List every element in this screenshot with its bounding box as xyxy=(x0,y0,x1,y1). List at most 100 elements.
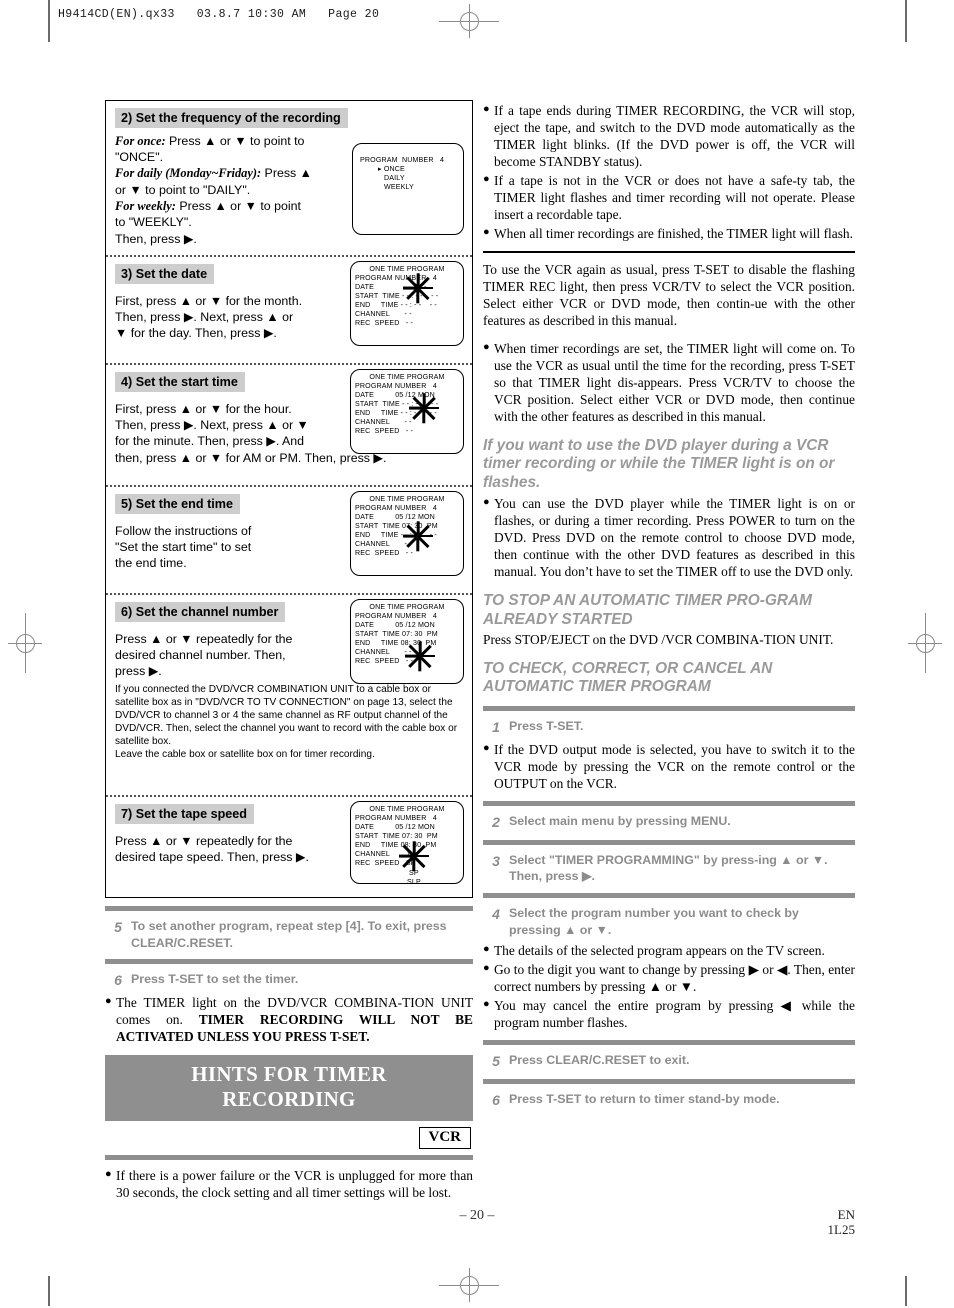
registration-mark-right xyxy=(908,613,942,673)
osd-row: END TIME - - : - - - - xyxy=(355,409,437,418)
line-text: "Set the start time" to set xyxy=(115,539,252,554)
right-bullet-3: ● When all timer recordings are finished… xyxy=(483,225,855,242)
step-number: 6 xyxy=(492,1092,500,1109)
line-text: then, press ▲ or ▼ for AM or PM. Then, p… xyxy=(115,450,387,465)
step-number: 5 xyxy=(492,1053,500,1070)
bullet-text: You can use the DVD player while the TIM… xyxy=(494,496,855,580)
osd-row: PROGRAM NUMBER 4 xyxy=(360,156,445,164)
line-text: Press ▲ or ▼ repeatedly for the xyxy=(115,631,293,646)
folio-block: EN 1L25 xyxy=(827,1207,855,1238)
osd-row: END TIME - - : - - - - xyxy=(355,531,437,540)
section-heading: 6) Set the channel number xyxy=(115,602,286,622)
bullet-text: When all timer recordings are finished, … xyxy=(494,226,853,242)
vcr-mode-tag: VCR xyxy=(418,1126,471,1149)
section-set-date: 3) Set the date First, press ▲ or ▼ for … xyxy=(106,257,472,365)
footer-rule-right xyxy=(905,1276,907,1306)
step-6-left: 6 Press T-SET to set the timer. xyxy=(105,964,473,992)
bullet-dot-icon: ● xyxy=(483,173,490,186)
right-bullet-2: ● If a tape is not in the VCR or does no… xyxy=(483,172,855,223)
bullet-dot-icon: ● xyxy=(105,994,112,1007)
osd-row: PROGRAM NUMBER 4 xyxy=(355,814,437,823)
line-text: or ▼ to point to "DAILY". xyxy=(115,182,251,197)
step-text: Select the program number you want to ch… xyxy=(509,905,799,937)
step-1-right: 1 Press T-SET. xyxy=(483,711,855,739)
step-6-right: 6 Press T-SET to return to timer stand-b… xyxy=(483,1084,855,1118)
section-heading: 7) Set the tape speed xyxy=(115,804,254,824)
line-text: Press ▲ xyxy=(261,166,312,181)
osd-row: CHANNEL - - xyxy=(355,310,412,319)
osd-row-daily: DAILY xyxy=(384,174,405,183)
osd-row-sp: REC SPEED SP xyxy=(355,859,416,868)
section-body: For once: Press ▲ or ▼ to point to "ONCE… xyxy=(115,133,347,248)
line-text: Then, press ▶. Next, press ▲ or ▼ xyxy=(115,417,309,432)
emph-lead: For weekly: xyxy=(115,199,176,213)
step-number: 4 xyxy=(492,905,500,922)
step-number: 6 xyxy=(114,972,122,989)
bullet-dot-icon: ● xyxy=(483,226,490,239)
section-set-end-time: 5) Set the end time Follow the instructi… xyxy=(106,487,472,595)
osd-row: CHANNEL - - xyxy=(355,648,412,657)
heading-dvd-during-timer: If you want to use the DVD player during… xyxy=(483,436,835,492)
step-number: 3 xyxy=(492,852,500,869)
header-rule-left xyxy=(48,0,50,42)
osd-row-sp2: SP xyxy=(409,868,419,877)
line-text: Press ▲ or ▼ repeatedly for the xyxy=(115,833,293,848)
step-number: 2 xyxy=(492,814,500,831)
osd-title: ONE TIME PROGRAM xyxy=(369,603,445,611)
procedure-box: 2) Set the frequency of the recording Fo… xyxy=(105,100,473,898)
osd-row: DATE 05 /12 MON xyxy=(355,513,435,522)
heading-check-correct-cancel: TO CHECK, CORRECT, OR CANCEL AN AUTOMATI… xyxy=(483,659,773,696)
bullet-text: If a tape ends during TIMER RECORDING, t… xyxy=(494,103,855,170)
line-text: First, press ▲ or ▼ for the hour. xyxy=(115,401,292,416)
osd-row: START TIME - - : - - - - xyxy=(355,292,439,301)
osd-row: PROGRAM NUMBER 4 xyxy=(355,274,437,283)
hints-banner: HINTS FOR TIMER RECORDING xyxy=(105,1055,473,1121)
section-heading: 3) Set the date xyxy=(115,264,215,284)
bullet-dot-icon: ● xyxy=(483,943,490,956)
bullet-dvd-during: ● You can use the DVD player while the T… xyxy=(483,495,855,580)
step-text: Press T-SET. xyxy=(509,719,584,734)
section-body: Follow the instructions of "Set the star… xyxy=(115,523,347,572)
osd-row: START TIME 07: 30 PM xyxy=(355,522,438,531)
line-text: press ▶. xyxy=(115,664,162,679)
osd-row: END TIME - - : - - - - xyxy=(355,301,437,310)
section-set-start-time: 4) Set the start time First, press ▲ or … xyxy=(106,365,472,487)
step-text: Select "TIMER PROGRAMMING" by press-ing … xyxy=(509,852,828,884)
osd-row: START TIME 07: 30 PM xyxy=(355,832,438,841)
bullet-text: If the DVD output mode is selected, you … xyxy=(494,741,855,791)
line-text: "ONCE". xyxy=(115,149,164,164)
hints-banner-line2: RECORDING xyxy=(222,1086,356,1111)
osd-row: DATE 05 /12 MON xyxy=(355,823,435,832)
osd-row: PROGRAM NUMBER 4 xyxy=(355,382,437,391)
folio-code: 1L25 xyxy=(827,1221,855,1237)
step-4-bullet-3: ● You may cancel the entire program by p… xyxy=(483,997,855,1031)
step-4-bullet-2: ● Go to the digit you want to change by … xyxy=(483,961,855,995)
section-body: Press ▲ or ▼ repeatedly for the desired … xyxy=(115,631,347,680)
registration-mark-left xyxy=(8,613,42,673)
step-4-bullet-1: ● The details of the selected program ap… xyxy=(483,942,855,959)
step-1-bullet: ● If the DVD output mode is selected, yo… xyxy=(483,741,855,792)
step-text: Select main menu by pressing MENU. xyxy=(509,814,731,829)
section-set-tape-speed: 7) Set the tape speed Press ▲ or ▼ repea… xyxy=(106,797,472,897)
osd-row-weekly: WEEKLY xyxy=(384,183,414,192)
osd-row: DATE 05 /12 MON xyxy=(355,621,435,630)
osd-screen-end-time: ONE TIME PROGRAM PROGRAM NUMBER 4 DATE 0… xyxy=(350,491,464,576)
section-body: Press ▲ or ▼ repeatedly for the desired … xyxy=(115,833,347,866)
osd-row-once: ▸ ONCE xyxy=(378,165,405,174)
osd-title: ONE TIME PROGRAM xyxy=(369,805,445,813)
right-bullet-1: ● If a tape ends during TIMER RECORDING,… xyxy=(483,102,855,170)
line-text: desired tape speed. Then, press ▶. xyxy=(115,849,309,864)
line-text: First, press ▲ or ▼ for the month. xyxy=(115,293,303,308)
emph-lead: For daily (Monday~Friday): xyxy=(115,166,262,181)
osd-title: ONE TIME PROGRAM xyxy=(369,265,445,273)
line-text: the end time. xyxy=(115,556,187,571)
line-text: ▼ for the day. Then, press ▶. xyxy=(115,326,277,341)
line-text: Then, press ▶. xyxy=(115,231,197,246)
page-number: – 20 – xyxy=(459,1208,495,1223)
bullet-dot-icon: ● xyxy=(483,962,490,975)
step-5-left: 5 To set another program, repeat step [4… xyxy=(105,911,473,959)
osd-row: PROGRAM NUMBER 4 xyxy=(355,504,437,513)
hints-bullet: ● If there is a power failure or the VCR… xyxy=(105,1167,473,1201)
osd-screen-start-time: ONE TIME PROGRAM PROGRAM NUMBER 4 DATE 0… xyxy=(350,369,464,454)
line-text: Follow the instructions of xyxy=(115,523,252,538)
